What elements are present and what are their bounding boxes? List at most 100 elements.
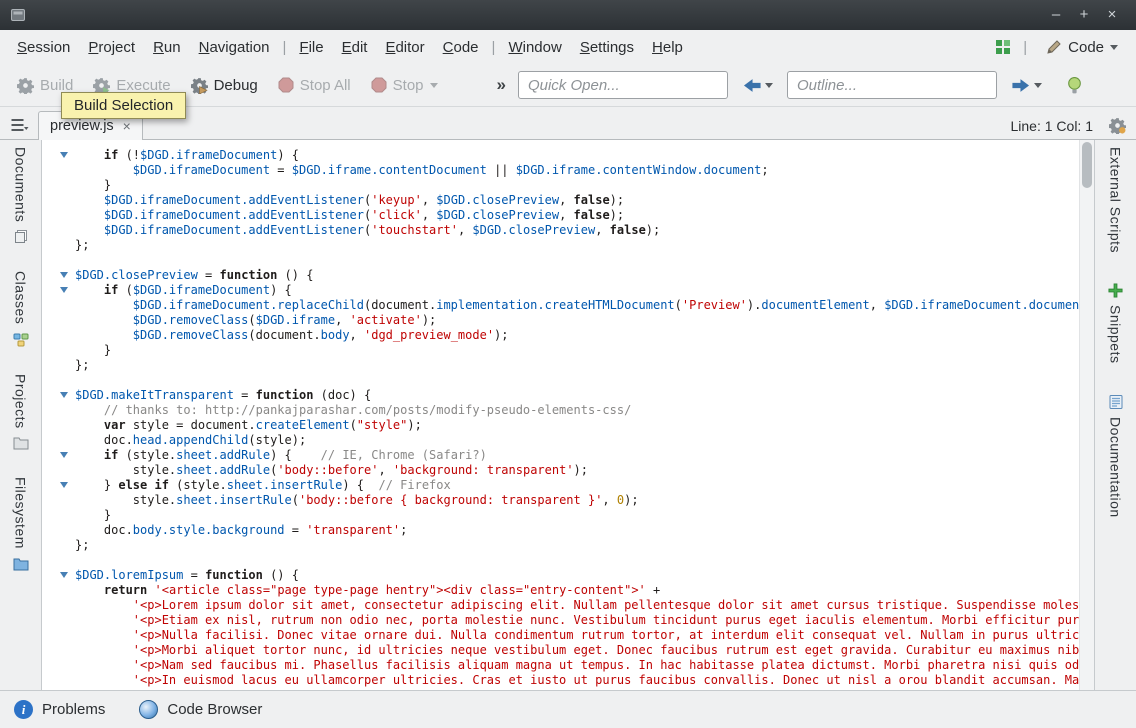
code-line[interactable]: $DGD.closePreview = function () {	[42, 268, 1094, 283]
close-button[interactable]: ×	[1098, 0, 1126, 30]
code-line[interactable]	[42, 373, 1094, 388]
fold-triangle-icon[interactable]	[60, 392, 68, 398]
menu-editor[interactable]: Editor	[376, 34, 433, 61]
code-line[interactable]: style.sheet.insertRule('body::before { b…	[42, 493, 1094, 508]
code-line[interactable]: };	[42, 538, 1094, 553]
code-line[interactable]: };	[42, 358, 1094, 373]
stop-button[interactable]: Stop	[362, 72, 447, 99]
stop-all-button[interactable]: Stop All	[269, 72, 360, 99]
code-line[interactable]	[42, 253, 1094, 268]
menu-help[interactable]: Help	[643, 34, 692, 61]
fold-marker[interactable]	[42, 448, 75, 463]
gutter	[42, 358, 75, 373]
fold-marker[interactable]	[42, 268, 75, 283]
fold-marker[interactable]	[42, 388, 75, 403]
code-line[interactable]: $DGD.iframeDocument.addEventListener('cl…	[42, 208, 1094, 223]
code-line[interactable]: }	[42, 343, 1094, 358]
code-line[interactable]: var style = document.createElement("styl…	[42, 418, 1094, 433]
left-dock: Documents Classes Projects Filesystem	[0, 140, 42, 690]
code-line[interactable]	[42, 553, 1094, 568]
tool-button-documentation[interactable]: Documentation	[1108, 394, 1124, 518]
fold-marker[interactable]	[42, 568, 75, 583]
fold-triangle-icon[interactable]	[60, 152, 68, 158]
vertical-scrollbar[interactable]	[1079, 140, 1094, 690]
code-line[interactable]: }	[42, 178, 1094, 193]
fold-triangle-icon[interactable]	[60, 452, 68, 458]
fold-triangle-icon[interactable]	[60, 272, 68, 278]
menu-settings[interactable]: Settings	[571, 34, 643, 61]
maximize-button[interactable]: +	[1070, 0, 1098, 30]
minimize-button[interactable]: –	[1042, 0, 1070, 30]
tool-button-snippets[interactable]: Snippets	[1108, 283, 1124, 363]
tool-button-classes[interactable]: Classes	[13, 271, 29, 347]
code-line[interactable]: $DGD.iframeDocument.replaceChild(documen…	[42, 298, 1094, 313]
code-browser-toggle-button[interactable]: Code Browser	[139, 700, 262, 719]
fold-marker[interactable]	[42, 148, 75, 163]
code-line[interactable]: style.sheet.addRule('body::before', 'bac…	[42, 463, 1094, 478]
menu-project[interactable]: Project	[79, 34, 144, 61]
fold-marker[interactable]	[42, 478, 75, 493]
menu-file[interactable]: File	[290, 34, 332, 61]
menu-navigation[interactable]: Navigation	[190, 34, 279, 61]
code-line[interactable]: '<p>Etiam ex nisl, rutrum non odio nec, …	[42, 613, 1094, 628]
code-line[interactable]: $DGD.removeClass(document.body, 'dgd_pre…	[42, 328, 1094, 343]
debug-button[interactable]: Debug	[182, 72, 267, 99]
gutter	[42, 223, 75, 238]
forward-button[interactable]	[1006, 74, 1047, 97]
working-set-icon[interactable]	[996, 40, 1010, 54]
outline-input[interactable]	[787, 71, 997, 99]
code-line[interactable]: doc.body.style.background = 'transparent…	[42, 523, 1094, 538]
code-line[interactable]: return '<article class="page type-page h…	[42, 583, 1094, 598]
fold-triangle-icon[interactable]	[60, 287, 68, 293]
perspective-button[interactable]: Code	[1040, 35, 1124, 60]
tabbar-right: Line: 1 Col: 1	[1011, 117, 1136, 139]
tool-button-filesystem[interactable]: Filesystem	[13, 477, 29, 572]
code-line[interactable]: doc.head.appendChild(style);	[42, 433, 1094, 448]
gutter	[42, 418, 75, 433]
fold-triangle-icon[interactable]	[60, 572, 68, 578]
code-line[interactable]: if (!$DGD.iframeDocument) {	[42, 148, 1094, 163]
editor[interactable]: if (!$DGD.iframeDocument) { $DGD.iframeD…	[42, 140, 1094, 690]
menu-window[interactable]: Window	[499, 34, 570, 61]
menu-run[interactable]: Run	[144, 34, 190, 61]
editor-settings-button[interactable]	[1109, 117, 1126, 134]
fold-triangle-icon[interactable]	[60, 482, 68, 488]
tool-button-projects[interactable]: Projects	[13, 374, 29, 452]
code-line[interactable]: $DGD.iframeDocument.addEventListener('ke…	[42, 193, 1094, 208]
menu-code[interactable]: Code	[434, 34, 488, 61]
code-line[interactable]: '<p>Nulla facilisi. Donec vitae ornare d…	[42, 628, 1094, 643]
toolbar-overflow-button[interactable]: »	[491, 75, 512, 95]
menu-edit[interactable]: Edit	[333, 34, 377, 61]
code-line[interactable]: if ($DGD.iframeDocument) {	[42, 283, 1094, 298]
lightbulb-button[interactable]	[1060, 73, 1089, 98]
fold-marker[interactable]	[42, 283, 75, 298]
tool-button-documents[interactable]: Documents	[13, 147, 29, 245]
tool-button-external-scripts[interactable]: External Scripts	[1108, 147, 1124, 253]
code-line[interactable]: $DGD.makeItTransparent = function (doc) …	[42, 388, 1094, 403]
code-line[interactable]: // thanks to: http://pankajparashar.com/…	[42, 403, 1094, 418]
code-line[interactable]: '<p>Nam sed faucibus mi. Phasellus facil…	[42, 658, 1094, 673]
code-line[interactable]: $DGD.iframeDocument.addEventListener('to…	[42, 223, 1094, 238]
code-line[interactable]: '<p>In euismod lacus eu ullamcorper ultr…	[42, 673, 1094, 688]
code-line[interactable]: '<p>Lorem ipsum dolor sit amet, consecte…	[42, 598, 1094, 613]
debug-icon	[191, 77, 208, 94]
code-line[interactable]: if (style.sheet.addRule) { // IE, Chrome…	[42, 448, 1094, 463]
scrollbar-thumb[interactable]	[1082, 142, 1092, 188]
code-line[interactable]: '<p>Morbi aliquet tortor nunc, id ultric…	[42, 643, 1094, 658]
quick-open-input[interactable]	[518, 71, 728, 99]
back-button[interactable]	[737, 74, 778, 97]
code-line[interactable]: $DGD.removeClass($DGD.iframe, 'activate'…	[42, 313, 1094, 328]
menu-session[interactable]: Session	[8, 34, 79, 61]
code-line[interactable]: } else if (style.sheet.insertRule) { // …	[42, 478, 1094, 493]
code-line[interactable]: $DGD.loremIpsum = function () {	[42, 568, 1094, 583]
problems-toggle-button[interactable]: i Problems	[14, 700, 105, 719]
document-list-button[interactable]	[0, 117, 38, 139]
pencil-icon	[1046, 39, 1062, 55]
chevron-down-icon[interactable]	[1034, 83, 1042, 88]
tab-close-icon[interactable]: ×	[123, 119, 131, 133]
code-line[interactable]: };	[42, 238, 1094, 253]
code-line[interactable]: }	[42, 508, 1094, 523]
chevron-down-icon[interactable]	[765, 83, 773, 88]
code-text: }	[75, 343, 111, 358]
code-line[interactable]: $DGD.iframeDocument = $DGD.iframe.conten…	[42, 163, 1094, 178]
